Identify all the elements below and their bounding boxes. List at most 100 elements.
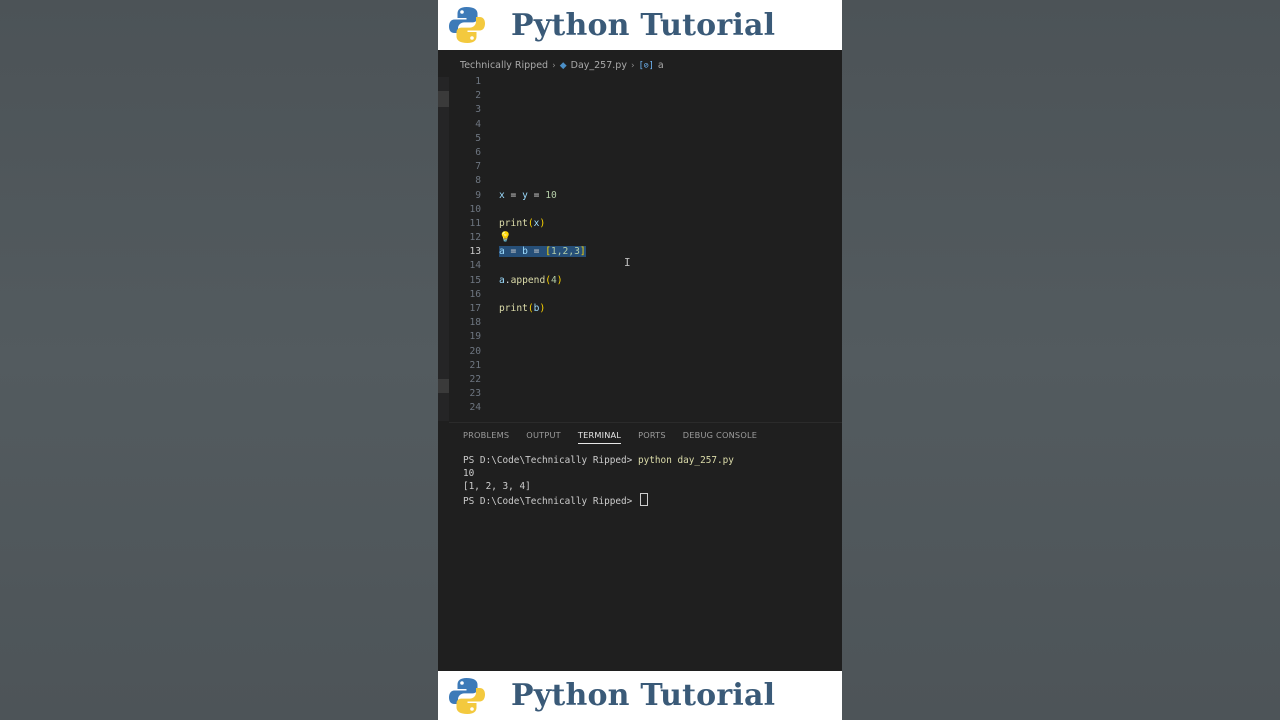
- code-line[interactable]: 19: [438, 330, 842, 344]
- tab-output[interactable]: OUTPUT: [526, 430, 561, 444]
- code-line[interactable]: 5: [438, 132, 842, 146]
- code-line[interactable]: 9 x = y = 10: [438, 189, 842, 203]
- code-line[interactable]: 22: [438, 373, 842, 387]
- code-text: x = y = 10: [499, 189, 557, 203]
- line-number: 2: [475, 90, 481, 102]
- breadcrumb-file[interactable]: Day_257.py: [571, 60, 627, 71]
- terminal-output-line: 10: [463, 467, 475, 479]
- line-number: 7: [475, 161, 481, 173]
- code-line[interactable]: 13 a = b = [1,2,3]: [438, 245, 842, 259]
- code-line[interactable]: 12 💡: [438, 231, 842, 245]
- bottom-banner: Python Tutorial: [438, 671, 842, 720]
- code-line[interactable]: 17 print(b): [438, 302, 842, 316]
- code-token: append: [510, 274, 546, 286]
- banner-title: Python Tutorial: [511, 7, 776, 43]
- code-lines[interactable]: 123456789x = y = 10 10 11 print(x) 12 💡 13 a = …: [438, 75, 842, 416]
- code-line[interactable]: 24: [438, 401, 842, 415]
- tab-problems[interactable]: PROBLEMS: [463, 430, 509, 444]
- code-line[interactable]: 6: [438, 146, 842, 160]
- code-token: 1,2,3: [551, 246, 580, 258]
- breadcrumb: Technically Ripped › ◆ Day_257.py › [⊘] …: [460, 60, 664, 71]
- code-token: ]: [579, 246, 586, 258]
- line-number: 19: [469, 331, 481, 343]
- line-number: 9: [475, 189, 481, 201]
- line-number: 17: [469, 303, 481, 314]
- line-number: 22: [469, 373, 481, 385]
- code-line[interactable]: 10: [438, 203, 842, 217]
- line-number: 1: [475, 76, 481, 87]
- code-token: print: [499, 303, 528, 314]
- code-token: ): [539, 217, 546, 229]
- line-number: 5: [475, 132, 481, 144]
- text-selection: a = b = [1,2,3]: [499, 246, 586, 258]
- code-token: =: [527, 189, 546, 201]
- code-line[interactable]: 1: [438, 75, 842, 89]
- line-number: 16: [469, 288, 481, 300]
- code-line[interactable]: 16: [438, 288, 842, 302]
- code-text: a.append(4): [499, 274, 563, 288]
- line-number: 15: [469, 274, 481, 286]
- code-token: =: [504, 246, 523, 258]
- line-number: 20: [469, 345, 481, 357]
- breadcrumb-folder[interactable]: Technically Ripped: [460, 60, 548, 71]
- line-number: 6: [475, 146, 481, 158]
- line-number: 4: [475, 118, 481, 130]
- terminal-command: python day_257.py: [637, 455, 734, 466]
- code-text: print(b): [499, 302, 545, 316]
- terminal-prompt: PS D:\Code\Technically Ripped>: [463, 496, 638, 508]
- line-number: 24: [469, 402, 481, 414]
- code-editor[interactable]: Technically Ripped › ◆ Day_257.py › [⊘] …: [438, 51, 842, 421]
- top-banner: Python Tutorial: [438, 0, 842, 50]
- panel-tabs: PROBLEMS OUTPUT TERMINAL PORTS DEBUG CONSOLE: [463, 430, 774, 444]
- code-line[interactable]: 18: [438, 316, 842, 330]
- terminal-output-line: [1, 2, 3, 4]: [463, 480, 531, 492]
- terminal-prompt: PS D:\Code\Technically Ripped>: [463, 455, 638, 466]
- left-backdrop: [0, 0, 438, 720]
- breadcrumb-symbol[interactable]: a: [658, 60, 664, 71]
- code-line[interactable]: 8: [438, 174, 842, 188]
- right-backdrop: [842, 0, 1280, 720]
- code-line[interactable]: 15 a.append(4): [438, 274, 842, 288]
- code-line[interactable]: 14: [438, 259, 842, 273]
- line-number: 18: [469, 317, 481, 329]
- chevron-right-icon: ›: [552, 60, 556, 71]
- code-line[interactable]: 21: [438, 359, 842, 373]
- code-text: print(x): [499, 217, 545, 231]
- chevron-right-icon: ›: [630, 60, 635, 71]
- line-number: 14: [469, 260, 481, 272]
- code-token: ): [556, 274, 563, 286]
- text-cursor-icon: I: [624, 256, 631, 269]
- code-token: ): [539, 303, 546, 314]
- line-number: 12: [469, 232, 481, 244]
- line-number: 3: [475, 104, 481, 116]
- tab-terminal[interactable]: TERMINAL: [577, 430, 622, 444]
- line-number: 8: [475, 175, 481, 187]
- line-number: 11: [469, 217, 481, 229]
- code-line[interactable]: 4: [438, 118, 842, 132]
- tab-debug-console[interactable]: DEBUG CONSOLE: [683, 430, 757, 444]
- code-line[interactable]: 3: [438, 103, 842, 117]
- code-token: =: [527, 246, 546, 258]
- tab-ports[interactable]: PORTS: [638, 430, 666, 444]
- code-line[interactable]: 20: [438, 345, 842, 359]
- code-token: print: [499, 217, 528, 229]
- code-text: a = b = [1,2,3]: [499, 245, 586, 259]
- code-line[interactable]: 23: [438, 387, 842, 401]
- line-number: 10: [469, 203, 481, 215]
- python-file-icon: ◆: [559, 60, 567, 71]
- code-line[interactable]: 7: [438, 160, 842, 174]
- code-token: =: [504, 189, 523, 201]
- video-frame: Python Tutorial Technically Ripped › ◆ D…: [438, 0, 842, 720]
- lightbulb-icon[interactable]: 💡: [499, 231, 511, 245]
- line-number: 21: [469, 359, 481, 371]
- line-number: 23: [469, 388, 481, 400]
- code-line[interactable]: 11 print(x): [438, 217, 842, 231]
- python-logo-icon: [449, 677, 485, 714]
- terminal-cursor: [639, 493, 648, 507]
- code-line[interactable]: 2: [438, 89, 842, 103]
- bottom-panel: PROBLEMS OUTPUT TERMINAL PORTS DEBUG CONSOLE…: [449, 422, 842, 672]
- terminal-output[interactable]: PS D:\Code\Technically Ripped> python da…: [463, 455, 734, 509]
- banner-title: Python Tutorial: [511, 678, 776, 713]
- line-number: 13: [469, 246, 481, 258]
- python-logo-icon: [449, 7, 485, 43]
